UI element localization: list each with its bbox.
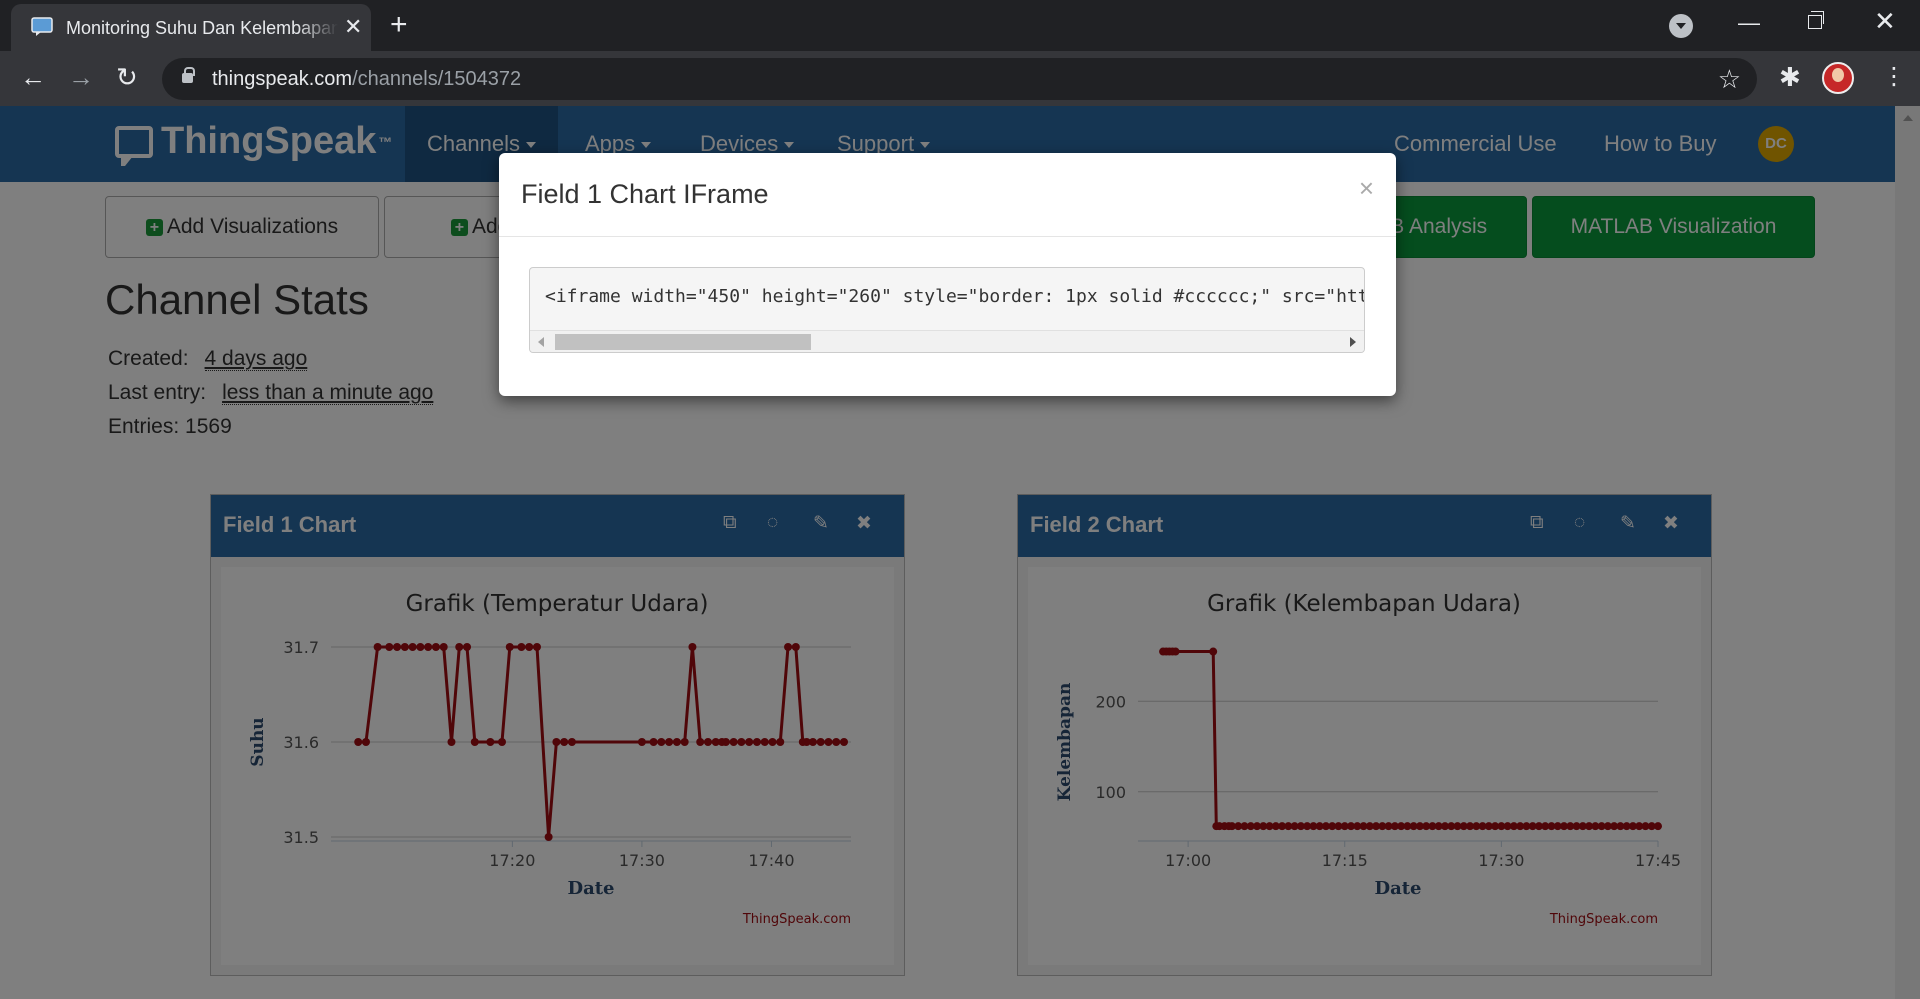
- tab-search-icon[interactable]: [1669, 14, 1693, 38]
- tab-title: Monitoring Suhu Dan Kelembapan: [66, 18, 338, 38]
- modal-close-icon[interactable]: ×: [1359, 175, 1374, 201]
- chat-bubble-icon: [31, 17, 53, 36]
- divider: [499, 236, 1396, 237]
- modal-title: Field 1 Chart IFrame: [521, 179, 769, 209]
- iframe-code-box[interactable]: <iframe width="450" height="260" style="…: [529, 267, 1365, 353]
- restore-icon[interactable]: [1808, 11, 1824, 29]
- reload-icon[interactable]: ↻: [116, 63, 138, 91]
- url-text: thingspeak.com/channels/1504372: [212, 68, 522, 90]
- extensions-puzzle-icon[interactable]: ✱: [1779, 62, 1801, 93]
- browser-toolbar: ← → ↻ thingspeak.com/channels/1504372 ☆ …: [0, 51, 1920, 106]
- bookmark-star-icon[interactable]: ☆: [1718, 64, 1741, 95]
- browser-tab[interactable]: Monitoring Suhu Dan Kelembapan ✕: [11, 4, 371, 51]
- scroll-thumb[interactable]: [555, 334, 811, 350]
- browser-tab-strip: Monitoring Suhu Dan Kelembapan ✕ + — ✕: [0, 0, 1920, 51]
- profile-avatar[interactable]: [1822, 62, 1854, 94]
- address-bar[interactable]: thingspeak.com/channels/1504372 ☆: [162, 58, 1757, 100]
- iframe-modal: Field 1 Chart IFrame × <iframe width="45…: [499, 153, 1396, 396]
- scroll-right-icon[interactable]: [1350, 337, 1356, 347]
- scroll-left-icon[interactable]: [538, 337, 544, 347]
- browser-menu-icon[interactable]: ⋮: [1882, 63, 1906, 91]
- window-close-icon[interactable]: ✕: [1874, 8, 1896, 34]
- new-tab-button[interactable]: +: [390, 10, 408, 40]
- forward-icon[interactable]: →: [68, 63, 94, 91]
- horizontal-scrollbar[interactable]: [530, 330, 1364, 352]
- minimize-icon[interactable]: —: [1738, 10, 1760, 36]
- iframe-code[interactable]: <iframe width="450" height="260" style="…: [545, 286, 1364, 307]
- tab-close-icon[interactable]: ✕: [344, 15, 362, 39]
- lock-icon[interactable]: [182, 67, 195, 83]
- back-icon[interactable]: ←: [20, 63, 46, 91]
